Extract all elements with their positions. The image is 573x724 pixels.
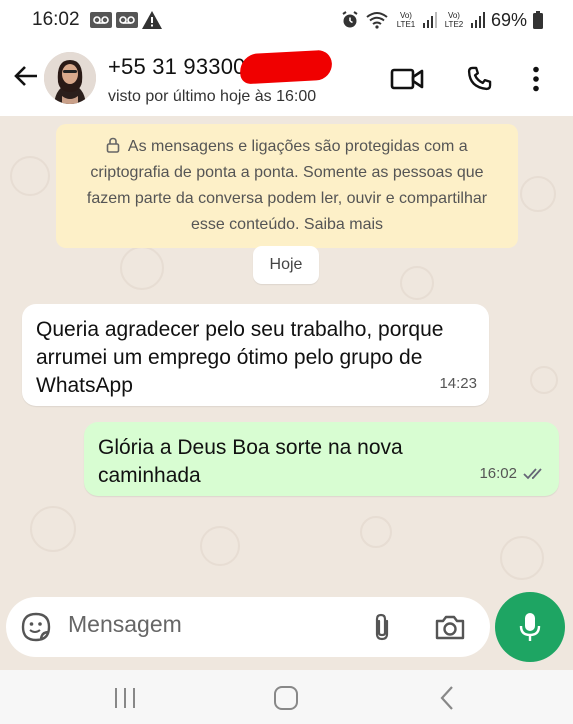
wifi-icon [366,12,388,29]
signal-icon [470,12,485,28]
camera-button[interactable] [434,611,466,643]
encryption-notice-text: As mensagens e ligações são protegidas c… [86,138,488,233]
system-nav-bar [0,670,573,724]
avatar[interactable] [44,52,96,104]
sim1-label: Vo) LTE1 [396,11,416,29]
mic-icon [519,613,541,641]
mic-button[interactable] [495,592,565,662]
nav-home-icon [274,686,298,710]
message-text: Queria agradecer pelo seu trabalho, porq… [36,318,444,397]
more-options-button[interactable] [526,64,546,94]
sticker-icon [21,612,51,642]
nav-recents-button[interactable] [110,686,140,710]
nav-home-button[interactable] [271,686,301,710]
message-composer: Mensagem [6,597,490,657]
alarm-icon [342,11,358,28]
message-text: Glória a Deus Boa sorte na nova caminhad… [98,436,403,487]
last-seen-status: visto por último hoje às 16:00 [108,88,317,105]
voicemail-icon [115,12,138,28]
video-call-button[interactable] [390,64,424,94]
nav-recents-icon [115,688,135,708]
battery-icon [533,11,543,29]
contact-photo [44,52,96,104]
message-timestamp: 16:02 [479,465,517,482]
message-outgoing[interactable]: Glória a Deus Boa sorte na nova caminhad… [84,422,559,496]
nav-back-icon [440,686,453,710]
encryption-notice[interactable]: As mensagens e ligações são protegidas c… [56,124,518,248]
battery-percent: 69% [490,9,527,30]
message-timestamp: 14:23 [439,375,477,392]
message-incoming[interactable]: Queria agradecer pelo seu trabalho, porq… [22,304,489,406]
chat-area[interactable]: As mensagens e ligações são protegidas c… [0,116,573,596]
sim2-label: Vo) LTE2 [444,11,464,29]
voicemail-icon [89,12,112,28]
status-bar: 16:02 Vo) LTE1 Vo) LTE2 69% [0,0,573,40]
double-check-icon [523,468,542,480]
signal-icon [422,12,437,28]
status-time: 16:02 [32,9,80,30]
lock-icon [107,137,120,153]
more-vert-icon [533,66,539,92]
sticker-button[interactable] [20,611,52,643]
voice-call-button[interactable] [462,64,496,94]
message-time: 14:23 [439,370,477,398]
video-call-icon [390,68,424,90]
contact-name: +55 31 93300 [108,54,246,79]
nav-back-button[interactable] [432,686,462,710]
contact-info[interactable]: +55 31 93300 visto por último hoje às 16… [108,49,333,106]
chat-header: +55 31 93300 visto por último hoje às 16… [0,40,573,116]
date-chip: Hoje [253,246,319,284]
redaction-mark [238,49,333,85]
arrow-left-icon [14,66,37,86]
back-button[interactable] [12,62,40,90]
message-input[interactable]: Mensagem [68,611,182,638]
phone-icon [467,66,492,91]
message-time: 16:02 [479,460,547,488]
attach-button[interactable] [366,611,398,643]
camera-icon [435,615,465,640]
warning-icon [141,11,162,29]
status-notification-icons [89,11,162,29]
status-right-group: Vo) LTE1 Vo) LTE2 69% [341,10,543,31]
contact-name-row: +55 31 93300 [108,49,333,85]
paperclip-icon [375,613,389,641]
